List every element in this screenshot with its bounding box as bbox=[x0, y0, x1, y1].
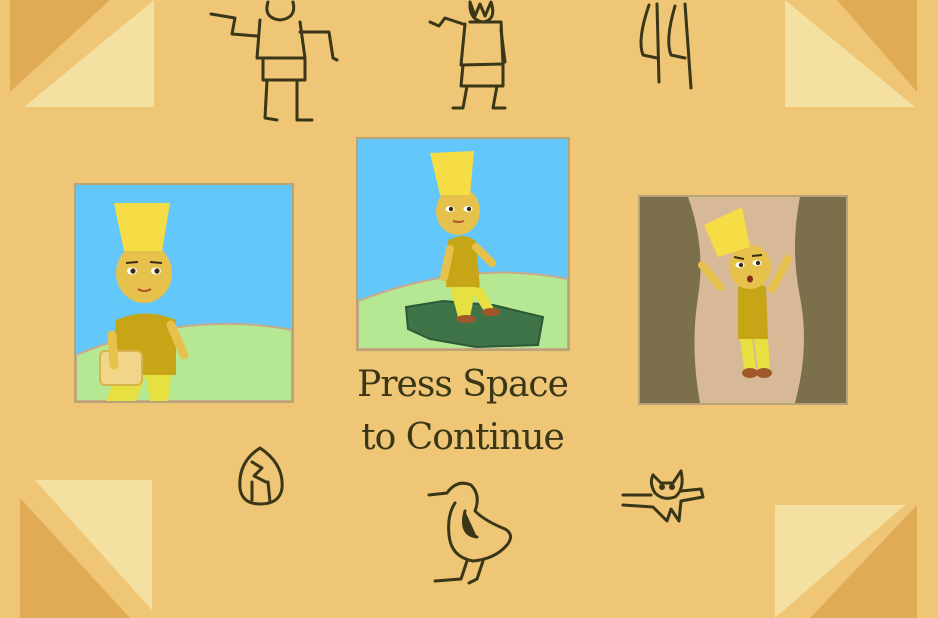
horned-viper-hieroglyph-icon bbox=[621, 469, 705, 523]
story-panel-on-rock bbox=[356, 137, 570, 351]
man-running-hieroglyph-icon bbox=[209, 0, 339, 122]
story-panel-falling bbox=[638, 195, 848, 405]
story-panel-walking bbox=[74, 183, 294, 403]
reed-leaves-hieroglyph-icon bbox=[639, 2, 693, 90]
corner-decoration-bottom-left bbox=[20, 480, 152, 618]
prompt-line-1: Press Space bbox=[357, 364, 569, 405]
corner-decoration-top-left bbox=[10, 0, 154, 107]
quail-chick-hieroglyph-icon bbox=[427, 481, 512, 585]
placenta-hieroglyph-icon bbox=[238, 446, 284, 506]
corner-decoration-bottom-right bbox=[775, 505, 917, 618]
prompt-line-2: to Continue bbox=[361, 417, 565, 458]
press-space-prompt: Press Space to Continue bbox=[330, 360, 595, 466]
corner-decoration-top-right bbox=[785, 0, 917, 107]
man-walking-hieroglyph-icon bbox=[428, 0, 507, 110]
